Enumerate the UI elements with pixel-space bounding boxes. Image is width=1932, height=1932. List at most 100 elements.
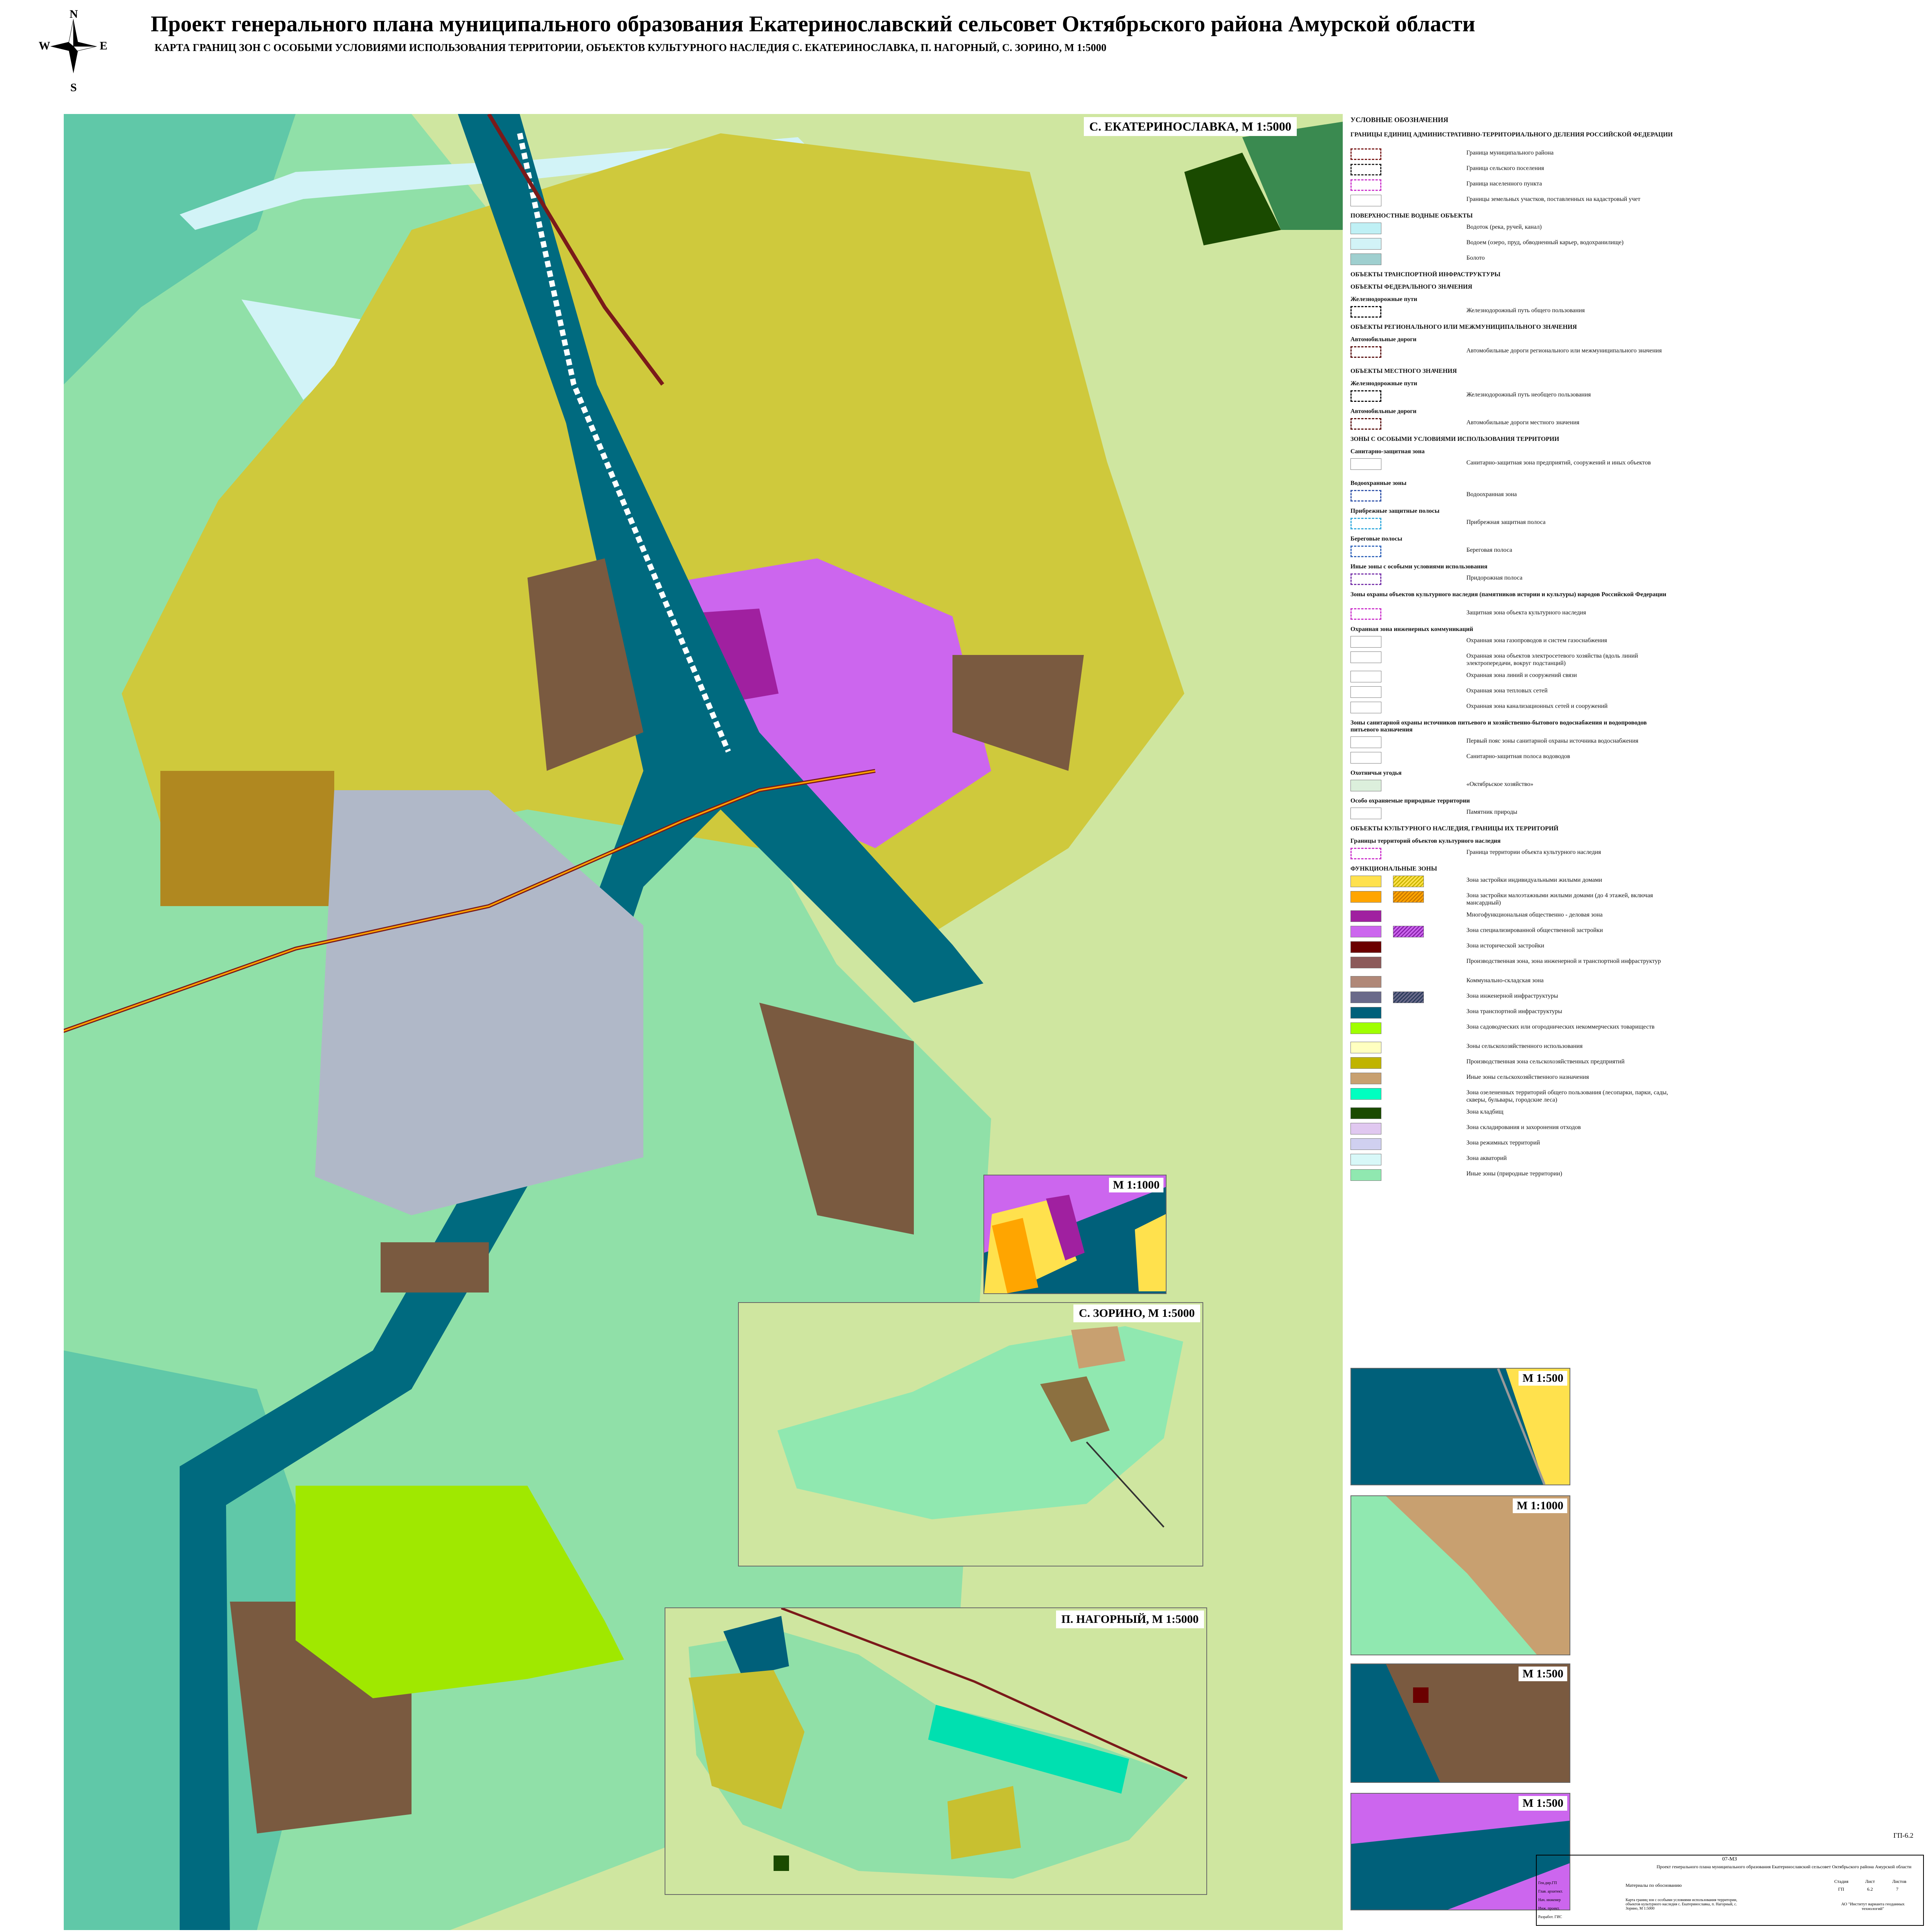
legend-swatch — [1350, 957, 1381, 968]
legend-swatch — [1350, 238, 1381, 250]
legend-item: Зона акваторий — [1350, 1154, 1679, 1169]
legend-swatch — [1350, 976, 1381, 988]
legend-item-label: Граница сельского поселения — [1466, 165, 1544, 172]
legend-section-heading: ФУНКЦИОНАЛЬНЫЕ ЗОНЫ — [1350, 866, 1437, 872]
legend-swatch — [1350, 1022, 1381, 1034]
legend-item: Прибрежная защитная полоса — [1350, 518, 1679, 533]
stamp-role-1: Глав. архитект. — [1538, 1889, 1563, 1894]
legend-item: Болото — [1350, 253, 1679, 269]
nagorny-map[interactable]: П. НАГОРНЫЙ, М 1:5000 — [665, 1607, 1207, 1895]
legend-item-label: Зона складирования и захоронения отходов — [1466, 1124, 1581, 1131]
stamp-role-3: Инж. проект. — [1538, 1906, 1560, 1911]
legend-item-label: Водоток (река, ручей, канал) — [1466, 224, 1542, 230]
legend-item-label: Иные зоны (природные территории) — [1466, 1170, 1562, 1177]
legend-item: Первый пояс зоны санитарной охраны источ… — [1350, 736, 1679, 752]
inset-3[interactable]: М 1:500 — [1350, 1663, 1570, 1783]
legend-swatch — [1350, 390, 1381, 402]
legend-section-heading: Автомобильные дороги — [1350, 408, 1417, 415]
legend-item: Граница сельского поселения — [1350, 164, 1679, 179]
legend-swatch — [1350, 671, 1381, 682]
zorino-map-label: С. ЗОРИНО, М 1:5000 — [1073, 1304, 1200, 1322]
legend-item: Граница муниципального района — [1350, 148, 1679, 164]
legend-item: Защитная зона объекта культурного наслед… — [1350, 608, 1679, 624]
legend-section-heading: ЗОНЫ С ОСОБЫМИ УСЛОВИЯМИ ИСПОЛЬЗОВАНИЯ Т… — [1350, 436, 1560, 442]
legend-section-heading: ОБЪЕКТЫ РЕГИОНАЛЬНОГО ИЛИ МЕЖМУНИЦИПАЛЬН… — [1350, 324, 1577, 330]
legend-item-label: Зона застройки малоэтажными жилыми домам… — [1466, 892, 1653, 906]
legend-swatch — [1350, 702, 1381, 713]
legend-title: УСЛОВНЫЕ ОБОЗНАЧЕНИЯ — [1350, 116, 1449, 124]
legend-item-label: Памятник природы — [1466, 809, 1517, 815]
legend-swatch — [1350, 1073, 1381, 1084]
legend-section-heading: Охотничьи угодья — [1350, 770, 1402, 776]
legend-item: Зона инженерной инфраструктуры — [1350, 992, 1679, 1007]
legend-swatch — [1350, 306, 1381, 318]
legend-item-label: Охранная зона линий и сооружений связи — [1466, 672, 1577, 679]
legend-item: Береговая полоса — [1350, 546, 1679, 561]
legend-item-label: Береговая полоса — [1466, 547, 1512, 553]
stamp-org: АО "Институт варианта геоданных технолог… — [1841, 1902, 1905, 1911]
legend-swatch — [1350, 223, 1381, 234]
legend-swatch — [1350, 1007, 1381, 1019]
legend-item-label: Железнодорожный путь общего пользования — [1466, 307, 1585, 314]
legend-item: Границы земельных участков, поставленных… — [1350, 195, 1679, 210]
legend-section-heading: ОБЪЕКТЫ ФЕДЕРАЛЬНОГО ЗНАЧЕНИЯ — [1350, 284, 1473, 290]
legend-item: Охранная зона газопроводов и систем газо… — [1350, 636, 1679, 651]
legend-item-label: Водоем (озеро, пруд, обводненный карьер,… — [1466, 239, 1624, 246]
legend-item: Автомобильные дороги местного значения — [1350, 418, 1679, 434]
legend-swatch — [1350, 179, 1381, 191]
main-map-label: С. ЕКАТЕРИНОСЛАВКА, М 1:5000 — [1084, 117, 1297, 136]
title-block: 07-МЗ Проект генерального плана муниципа… — [1536, 1855, 1924, 1926]
legend-item: Охранная зона линий и сооружений связи — [1350, 671, 1679, 686]
legend-item-label: Санитарно-защитная зона предприятий, соо… — [1466, 459, 1651, 466]
legend-section-heading: ОБЪЕКТЫ КУЛЬТУРНОГО НАСЛЕДИЯ, ГРАНИЦЫ ИХ… — [1350, 825, 1559, 832]
legend-item-label: Граница населенного пункта — [1466, 180, 1542, 187]
legend-item: Водоохранная зона — [1350, 490, 1679, 505]
legend-item-label: Иные зоны сельскохозяйственного назначен… — [1466, 1074, 1589, 1080]
legend-section-heading: Зоны охраны объектов культурного наследи… — [1350, 591, 1667, 598]
legend-item: Санитарно-защитная полоса водоводов — [1350, 752, 1679, 767]
legend-item-label: Зона кладбищ — [1466, 1109, 1503, 1115]
legend-swatch — [1350, 1169, 1381, 1181]
legend-swatch — [1350, 608, 1381, 620]
legend-item-label: Железнодорожный путь необщего пользовани… — [1466, 391, 1591, 398]
legend-item-label: Охранная зона газопроводов и систем газо… — [1466, 637, 1607, 644]
legend-section-heading: Железнодорожные пути — [1350, 296, 1417, 303]
legend-item-label: Придорожная полоса — [1466, 575, 1523, 581]
stamp-role-2: Нач. инженер — [1538, 1898, 1561, 1902]
detail-inset-1000[interactable]: М 1:1000 — [983, 1175, 1167, 1294]
legend-section-heading: Санитарно-защитная зона — [1350, 448, 1425, 455]
legend: УСЛОВНЫЕ ОБОЗНАЧЕНИЯ ГРАНИЦЫ ЕДИНИЦ АДМИ… — [1350, 116, 1679, 1681]
sheet-reference: ГП-6.2 — [1893, 1832, 1913, 1839]
legend-swatch-planned — [1393, 992, 1424, 1003]
legend-swatch — [1350, 518, 1381, 529]
stamp-stage: ГП — [1838, 1886, 1844, 1892]
legend-swatch — [1350, 876, 1381, 887]
legend-item: Охранная зона тепловых сетей — [1350, 686, 1679, 702]
legend-swatch — [1350, 1123, 1381, 1134]
compass-w: W — [39, 39, 50, 52]
legend-item: Автомобильные дороги регионального или м… — [1350, 346, 1679, 362]
legend-section-heading: Железнодорожные пути — [1350, 380, 1417, 387]
legend-item: «Октябрьское хозяйство» — [1350, 780, 1679, 795]
legend-swatch — [1350, 808, 1381, 819]
legend-item-label: Зона транспортной инфраструктуры — [1466, 1008, 1562, 1015]
stamp-stage-header: Стадия — [1834, 1879, 1849, 1884]
legend-item: Многофункциональная общественно - делова… — [1350, 910, 1679, 926]
legend-swatch — [1350, 780, 1381, 791]
legend-swatch — [1350, 1042, 1381, 1053]
legend-item-label: Коммунально-складская зона — [1466, 977, 1544, 984]
legend-item-label: Автомобильные дороги местного значения — [1466, 419, 1580, 426]
legend-item: Водоем (озеро, пруд, обводненный карьер,… — [1350, 238, 1679, 253]
legend-swatch-planned — [1393, 891, 1424, 903]
legend-item: Граница территории объекта культурного н… — [1350, 848, 1679, 863]
legend-item-label: Охранная зона тепловых сетей — [1466, 687, 1548, 694]
legend-section-heading: Охранная зона инженерных коммуникаций — [1350, 626, 1473, 633]
zorino-map[interactable]: С. ЗОРИНО, М 1:5000 — [738, 1302, 1203, 1566]
legend-swatch-planned — [1393, 876, 1424, 887]
legend-item-label: Зона озелененных территорий общего польз… — [1466, 1089, 1668, 1103]
stamp-sheets: 7 — [1896, 1886, 1898, 1892]
legend-item-label: Болото — [1466, 255, 1485, 261]
legend-swatch — [1350, 418, 1381, 430]
legend-item-label: Зона акваторий — [1466, 1155, 1507, 1162]
legend-item: Зона складирования и захоронения отходов — [1350, 1123, 1679, 1138]
